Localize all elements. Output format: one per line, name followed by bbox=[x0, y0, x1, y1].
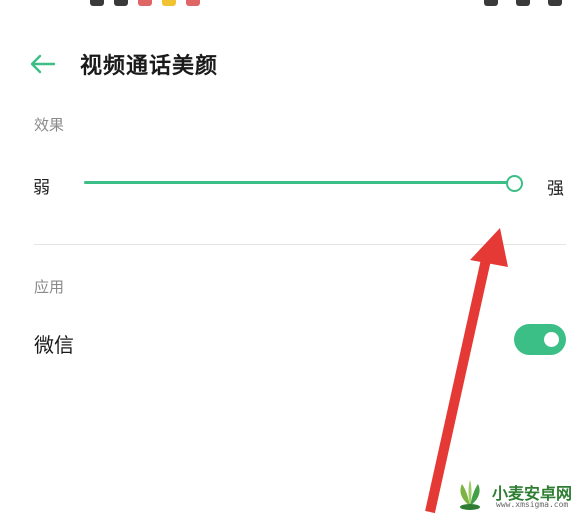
watermark: 小麦安卓网 www.xmsigma.com bbox=[452, 476, 582, 512]
annotation-arrow bbox=[425, 228, 508, 514]
watermark-url: www.xmsigma.com bbox=[496, 500, 569, 509]
watermark-logo bbox=[460, 480, 480, 510]
